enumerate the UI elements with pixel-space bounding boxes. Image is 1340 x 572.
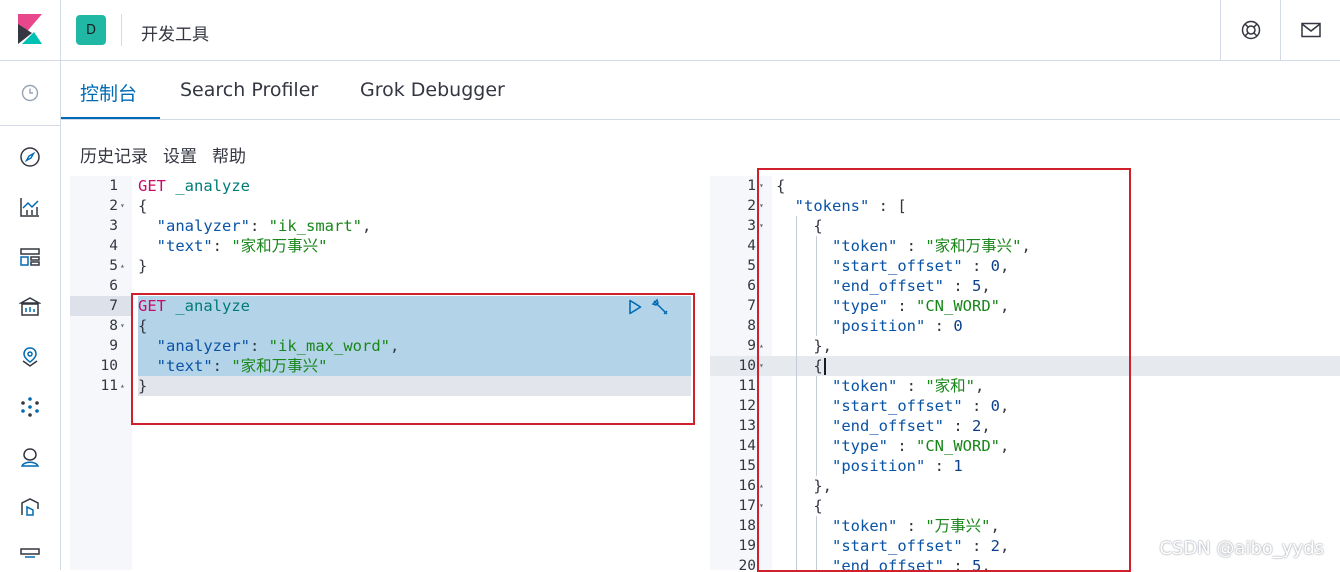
line-number: 16	[738, 478, 756, 494]
ml-icon	[21, 397, 39, 417]
help-link[interactable]: 帮助	[212, 147, 246, 167]
request-annotation-box	[131, 293, 695, 425]
line-number: 19	[738, 538, 756, 554]
response-annotation-box	[757, 168, 1131, 572]
mail-icon	[1300, 22, 1321, 38]
side-nav	[0, 61, 61, 570]
observability-icon	[20, 548, 40, 558]
settings-link[interactable]: 设置	[163, 147, 197, 167]
code-line: "analyzer": "ik_smart",	[138, 216, 372, 236]
discover-compass-icon	[20, 147, 40, 167]
line-number: 2	[747, 198, 756, 214]
line-number: 4	[109, 238, 118, 254]
line-number: 8	[109, 318, 118, 334]
history-link[interactable]: 历史记录	[80, 147, 148, 167]
top-header: D 开发工具	[0, 0, 1340, 61]
line-number: 8	[747, 318, 756, 334]
line-number: 15	[738, 458, 756, 474]
page-title: 开发工具	[141, 25, 209, 45]
code-token: :	[250, 217, 269, 235]
active-tab-underline	[61, 117, 160, 119]
nav-security[interactable]	[15, 492, 45, 522]
code-token: "text"	[156, 237, 213, 255]
fold-close-icon[interactable]: ▴	[120, 376, 130, 396]
clock-icon	[21, 84, 39, 102]
nav-observability[interactable]	[15, 542, 45, 572]
security-icon	[21, 498, 39, 516]
tab-console-label: 控制台	[80, 83, 138, 105]
code-line: GET _analyze	[138, 176, 250, 196]
code-token: }	[138, 257, 148, 275]
line-number: 9	[109, 338, 118, 354]
nav-graph[interactable]	[15, 442, 45, 472]
line-number: 3	[747, 218, 756, 234]
line-number: 11	[100, 378, 118, 394]
line-number: 4	[747, 238, 756, 254]
tab-grok-debugger-label: Grok Debugger	[360, 79, 505, 101]
line-number: 5	[109, 258, 118, 274]
newsfeed-button[interactable]	[1280, 0, 1340, 60]
line-number: 17	[738, 498, 756, 514]
line-number: 1	[747, 178, 756, 194]
nav-visualize[interactable]	[15, 192, 45, 222]
recently-viewed-button[interactable]	[0, 61, 60, 126]
nav-canvas[interactable]	[15, 292, 45, 322]
code-token: {	[138, 197, 148, 215]
code-token: ,	[362, 217, 372, 235]
nav-maps[interactable]	[15, 342, 45, 372]
console-toolbar: 历史记录 设置 帮助	[80, 142, 261, 167]
nav-ml[interactable]	[15, 392, 45, 422]
line-number: 18	[738, 518, 756, 534]
tab-bar: 控制台 Search Profiler Grok Debugger	[61, 61, 1340, 120]
line-number: 6	[747, 278, 756, 294]
line-number: 9	[747, 338, 756, 354]
tab-search-profiler[interactable]: Search Profiler	[180, 79, 318, 119]
code-line: }	[138, 256, 147, 276]
line-number: 6	[109, 278, 118, 294]
dashboard-icon	[20, 248, 40, 266]
visualize-icon	[20, 198, 39, 217]
code-token: "家和万事兴"	[231, 237, 328, 255]
fold-open-icon[interactable]: ▾	[120, 316, 130, 336]
line-number: 7	[109, 298, 118, 314]
watermark: CSDN @aibo_yyds	[1159, 538, 1324, 559]
code-token: _analyze	[175, 177, 250, 195]
tab-search-profiler-label: Search Profiler	[180, 79, 319, 101]
code-line: {	[138, 196, 147, 216]
line-number: 10	[100, 358, 118, 374]
help-button[interactable]	[1220, 0, 1280, 60]
help-lifebuoy-icon	[1241, 20, 1260, 40]
nav-discover[interactable]	[15, 142, 45, 172]
code-line: "text": "家和万事兴"	[138, 236, 328, 256]
kibana-logo-icon[interactable]	[0, 0, 61, 60]
line-number: 11	[738, 378, 756, 394]
code-token: "ik_smart"	[268, 217, 362, 235]
line-number: 10	[738, 358, 756, 374]
tab-grok-debugger[interactable]: Grok Debugger	[360, 79, 505, 119]
code-token: "analyzer"	[156, 217, 250, 235]
line-number: 12	[738, 398, 756, 414]
space-avatar[interactable]: D	[76, 15, 106, 45]
line-number: 3	[109, 218, 118, 234]
line-number: 20	[738, 558, 756, 570]
fold-close-icon[interactable]: ▴	[120, 256, 130, 276]
canvas-icon	[19, 297, 41, 316]
code-token: GET	[138, 177, 166, 195]
maps-icon	[22, 347, 38, 367]
graph-icon	[20, 448, 40, 467]
header-divider	[121, 14, 122, 46]
line-number: 14	[738, 438, 756, 454]
fold-open-icon[interactable]: ▾	[120, 196, 130, 216]
line-number: 7	[747, 298, 756, 314]
line-number: 13	[738, 418, 756, 434]
line-number: 2	[109, 198, 118, 214]
line-number: 5	[747, 258, 756, 274]
line-number: 1	[109, 178, 118, 194]
nav-dashboard[interactable]	[15, 242, 45, 272]
code-token: :	[212, 237, 232, 255]
